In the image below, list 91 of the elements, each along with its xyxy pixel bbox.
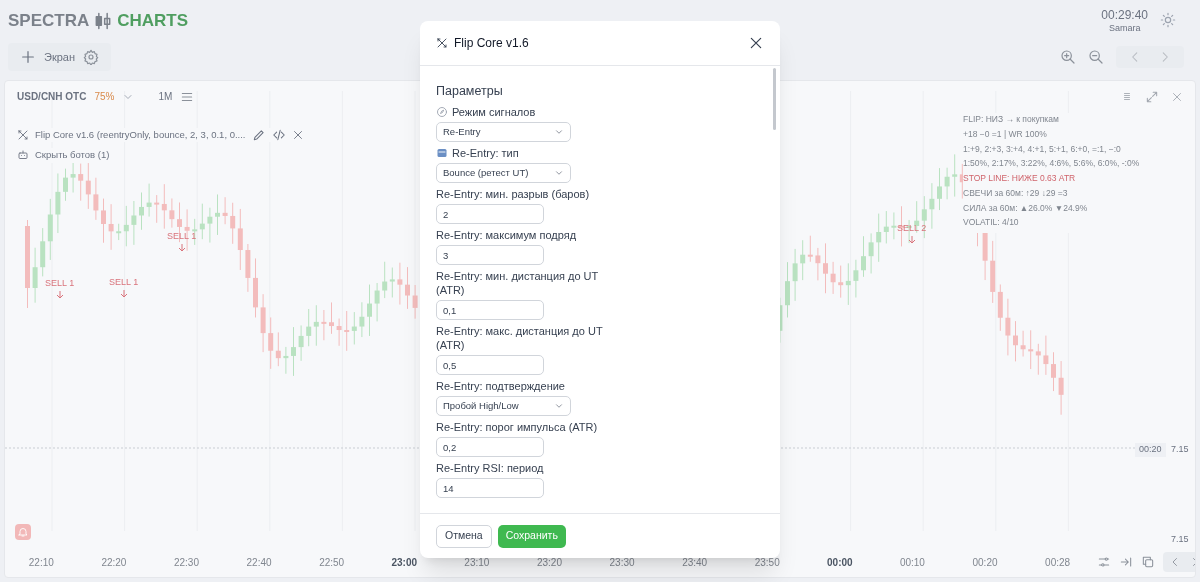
number-field[interactable]: 3 (436, 245, 544, 265)
chevron-down-icon (554, 401, 564, 411)
dropdown[interactable]: Пробой High/Low (436, 396, 571, 416)
stats-line: 1:+9, 2:+3, 3:+4, 4:+1, 5:+1, 6:+0, =:1, −:0 (963, 142, 1121, 156)
cancel-button[interactable]: Отмена (436, 524, 492, 548)
stats-line: STOP LINE: НИЖЕ 0.63 ATR (963, 172, 1076, 185)
time-axis-label: 00:10 (899, 556, 925, 570)
time-axis-label: 00:20 (972, 556, 998, 570)
stats-line: 1:50%, 2:17%, 3:22%, 4:6%, 5:6%, 6:0%, -:0% (963, 157, 1140, 170)
scrollbar-thumb[interactable] (773, 68, 776, 130)
stats-line: FLIP: НИЗ → к покупкам (963, 113, 1059, 126)
list-icon[interactable] (1121, 90, 1133, 103)
plus-icon (20, 49, 36, 65)
settings-icon[interactable] (83, 49, 100, 65)
time-axis-label: 23:00 (391, 556, 418, 570)
dropdown[interactable]: Re-Entry (436, 122, 571, 142)
logo-text: CHARTS (117, 10, 189, 32)
close-icon[interactable] (291, 129, 304, 142)
time-axis-label: 00:00 (827, 556, 853, 570)
zoom-out-icon[interactable] (1088, 49, 1104, 65)
hide-bots-link[interactable]: Скрыть ботов (1) (35, 148, 110, 163)
field-label: Re-Entry: мин. дистанция до UT (ATR) (436, 269, 600, 297)
close-icon (748, 35, 764, 51)
logo-text: SPECTRA (8, 10, 90, 32)
tray-icon (436, 147, 448, 159)
expand-icon[interactable] (1145, 89, 1159, 104)
close-icon[interactable] (1171, 90, 1183, 103)
field-label: Re-Entry: максимум подряд (436, 228, 577, 242)
field-label: Re-Entry: тип (452, 146, 519, 160)
dropdown[interactable]: Bounce (ретест UT) (436, 163, 571, 183)
scroll-to-end-icon[interactable] (1119, 555, 1133, 569)
down-arrow-icon (55, 290, 64, 299)
stats-line: +18 −0 =1 | WR 100% (963, 127, 1047, 141)
signal-label: SELL 1 (167, 230, 197, 243)
time-axis-label: 22:50 (319, 556, 345, 570)
indicator-label: Flip Core v1.6 (reentryOnly, bounce, 2, 3, 0.1, 0.... (35, 128, 246, 142)
price-label: 7.15 (1171, 533, 1189, 546)
time-axis-label: 23:40 (682, 556, 708, 570)
pencil-icon[interactable] (251, 128, 266, 143)
code-icon[interactable] (271, 128, 286, 143)
signal-label: SELL 1 (45, 277, 75, 290)
compass-icon (436, 106, 448, 118)
sliders-icon[interactable] (1097, 555, 1111, 569)
time-axis-label: 23:10 (464, 556, 490, 570)
time-axis-label: 00:28 (1045, 556, 1071, 570)
zoom-in-icon[interactable] (1060, 49, 1076, 65)
stats-line: СИЛА за 60м: ▲26.0% ▼24.9% (963, 201, 1088, 215)
symbol-label[interactable]: USD/CNH OTC (17, 89, 87, 104)
price-label: 7.15 (1171, 443, 1189, 456)
signal-label: SELL 1 (109, 276, 139, 289)
time-axis-label: 22:40 (246, 556, 272, 570)
down-arrow-icon (119, 289, 128, 298)
alert-button[interactable] (15, 524, 31, 540)
number-field[interactable]: 2 (436, 204, 544, 224)
chevron-down-icon (554, 168, 564, 178)
down-arrow-icon (907, 235, 916, 244)
copy-icon[interactable] (1141, 555, 1155, 569)
clock: 00:29:40 (1101, 8, 1148, 23)
time-axis-label: 22:10 (28, 556, 54, 570)
number-field[interactable]: 14 (436, 478, 544, 498)
field-label: Re-Entry: мин. разрыв (баров) (436, 187, 590, 201)
stats-line: СВЕЧИ за 60м: ↑29 ↓29 =3 (963, 186, 1068, 200)
number-field[interactable]: 0,1 (436, 300, 544, 320)
number-field[interactable]: 0,2 (436, 437, 544, 457)
field-label: Re-Entry: макс. дистанция до UT (ATR) (436, 324, 604, 352)
signal-label: SELL 2 (897, 222, 927, 235)
time-axis-label: 23:50 (754, 556, 780, 570)
swords-icon (436, 37, 448, 49)
robot-icon (17, 149, 29, 162)
chevron-down-icon (554, 127, 564, 137)
timeframe-label[interactable]: 1M (158, 89, 173, 104)
dialog-title: Flip Core v1.6 (454, 35, 529, 52)
close-button[interactable] (748, 35, 764, 51)
time-axis-label: 22:20 (101, 556, 127, 570)
countdown-label: 00:20 (1135, 443, 1166, 457)
timezone-label: Samara (1108, 23, 1141, 35)
sun-icon[interactable] (1160, 12, 1176, 28)
field-label: Re-Entry: подтверждение (436, 379, 565, 393)
down-arrow-icon (177, 243, 186, 252)
time-axis-label: 23:30 (609, 556, 635, 570)
number-field[interactable]: 0,5 (436, 355, 544, 375)
field-label: Режим сигналов (452, 105, 536, 119)
time-axis-label: 22:30 (173, 556, 199, 570)
swords-icon (17, 129, 29, 142)
field-label: Re-Entry: порог импульса (ATR) (436, 420, 598, 434)
field-label: Re-Entry RSI: период (436, 461, 544, 475)
stats-line: VOLATIL: 4/10 (963, 216, 1019, 229)
bell-icon (17, 526, 29, 538)
payout-label: 75% (94, 90, 115, 104)
time-axis-label: 23:20 (536, 556, 562, 570)
section-heading: Параметры (436, 84, 504, 99)
